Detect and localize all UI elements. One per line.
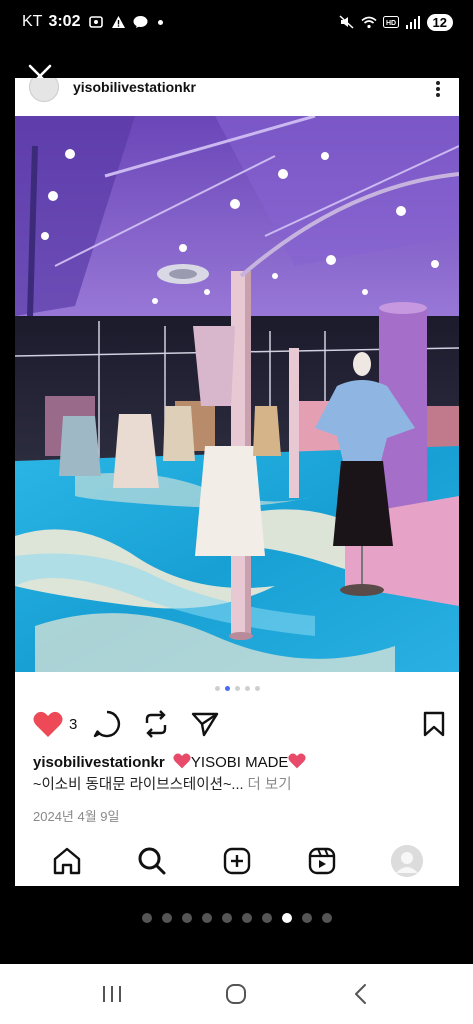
recents-button[interactable]	[92, 974, 132, 1014]
more-icon	[436, 81, 440, 97]
post-image[interactable]	[15, 116, 459, 672]
comment-button[interactable]	[93, 710, 121, 738]
post-card: yisobilivestationkr 3 yisobilivestationk…	[15, 78, 459, 886]
warning-icon	[110, 14, 126, 30]
save-button[interactable]	[423, 711, 445, 737]
hd-icon: HD	[382, 14, 399, 30]
carousel-dot	[254, 686, 260, 691]
home-system-button[interactable]	[216, 974, 256, 1014]
gallery-dot	[241, 913, 252, 923]
gallery-dot	[161, 913, 172, 923]
battery-indicator: 12	[426, 13, 453, 31]
heart-emoji-icon	[173, 753, 191, 769]
back-icon	[354, 984, 366, 1004]
image-carousel-indicator	[15, 686, 459, 691]
gallery-dot	[261, 913, 272, 923]
back-button[interactable]	[341, 974, 381, 1014]
repost-icon	[146, 710, 167, 738]
caption-line-1: yisobilivestationkr YISOBI MADE	[33, 752, 453, 774]
gallery-dot	[141, 913, 152, 923]
repost-button[interactable]	[143, 710, 169, 738]
caption-text: ~이소비 동대문 라이브스테이션~...	[33, 777, 244, 793]
more-notifications-dot	[158, 19, 164, 25]
reels-icon	[308, 847, 335, 875]
mute-icon	[339, 14, 355, 30]
status-bar: KT 3:02 HD 12	[0, 0, 473, 44]
search-icon	[138, 847, 166, 875]
gallery-dot	[221, 913, 232, 923]
nav-profile[interactable]	[387, 841, 427, 881]
author-avatar[interactable]	[29, 78, 59, 102]
gallery-dot	[321, 913, 332, 923]
send-icon	[192, 712, 219, 737]
caption-line-2: ~이소비 동대문 라이브스테이션~... 더 보기	[33, 774, 453, 796]
nav-search[interactable]	[132, 841, 172, 881]
talk-icon	[132, 14, 148, 30]
clock: 3:02	[48, 13, 81, 30]
post-header: yisobilivestationkr	[15, 78, 459, 116]
nav-create[interactable]	[217, 841, 257, 881]
bottom-navigation	[15, 836, 459, 886]
home-circle-icon	[226, 984, 247, 1004]
caption-title: YISOBI MADE	[190, 754, 289, 771]
instagram-post-viewer: KT 3:02 HD 12 yisobilivestationkr 3 yiso…	[0, 0, 473, 1024]
gallery-dot	[181, 913, 192, 923]
comment-icon	[94, 710, 121, 738]
post-caption: yisobilivestationkr YISOBI MADE ~이소비 동대문…	[33, 752, 453, 796]
screenshot-icon	[88, 14, 104, 30]
create-icon	[223, 847, 251, 875]
caption-more-link[interactable]: 더 보기	[248, 777, 292, 793]
caption-username[interactable]: yisobilivestationkr	[33, 754, 165, 771]
heart-filled-icon	[33, 711, 63, 737]
like-count[interactable]: 3	[69, 716, 77, 733]
carousel-dot	[214, 686, 220, 691]
author-username[interactable]: yisobilivestationkr	[73, 79, 196, 95]
carousel-dot-active	[224, 686, 230, 691]
nav-home[interactable]	[47, 841, 87, 881]
gallery-dot-active	[281, 913, 292, 923]
carousel-dot	[244, 686, 250, 691]
signal-icon	[405, 14, 421, 30]
profile-avatar	[390, 845, 423, 877]
system-icons: HD 12	[339, 13, 453, 31]
more-options-button[interactable]	[435, 80, 441, 101]
share-button[interactable]	[191, 711, 219, 737]
gallery-page-indicator	[0, 913, 473, 923]
heart-emoji-icon	[288, 753, 307, 769]
notification-icons	[88, 14, 164, 30]
carousel-dot	[234, 686, 240, 691]
bookmark-icon	[423, 711, 445, 737]
gallery-dot	[201, 913, 212, 923]
recents-icon	[103, 986, 122, 1002]
post-date: 2024년 4월 9일	[33, 809, 120, 824]
post-actions: 3	[33, 706, 445, 742]
carrier-label: KT	[22, 13, 43, 30]
nav-reels[interactable]	[302, 841, 342, 881]
like-button[interactable]	[33, 711, 63, 738]
wifi-icon	[361, 14, 377, 30]
home-icon	[54, 847, 81, 875]
system-navigation-bar	[0, 964, 473, 1024]
svg-text:HD: HD	[385, 20, 395, 27]
gallery-dot	[301, 913, 312, 923]
